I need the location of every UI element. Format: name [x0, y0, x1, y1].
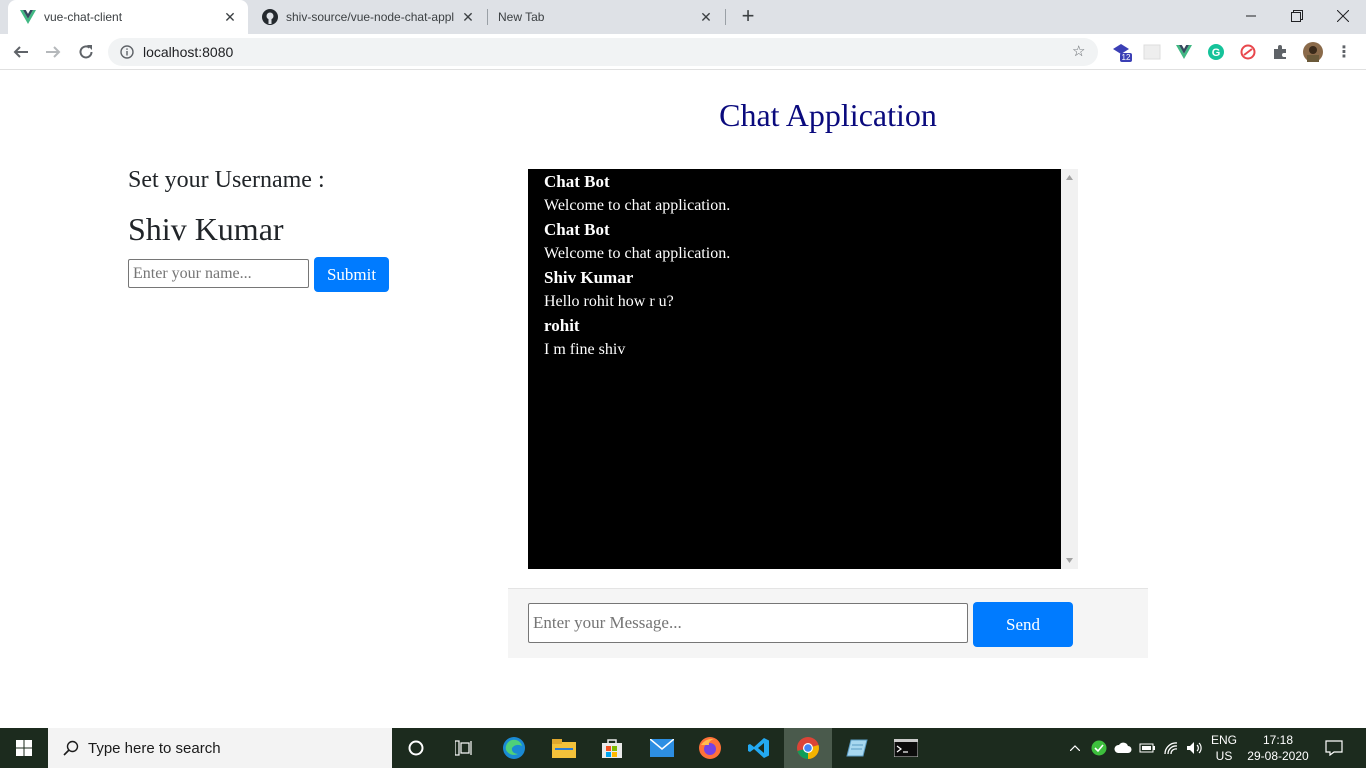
message-user: rohit	[544, 316, 580, 335]
message-user: Chat Bot	[544, 172, 610, 191]
message-user: Shiv Kumar	[544, 268, 634, 287]
message-text: Welcome to chat application.	[544, 197, 731, 214]
wifi-icon[interactable]	[1160, 728, 1182, 768]
svg-text:G: G	[1212, 47, 1221, 59]
tab-title: New Tab	[498, 10, 545, 24]
store-icon[interactable]	[588, 728, 636, 768]
back-button[interactable]	[7, 38, 35, 66]
github-icon	[262, 9, 278, 25]
volume-icon[interactable]	[1184, 728, 1206, 768]
message-composer: Send	[508, 588, 1148, 658]
tab-separator	[725, 9, 726, 25]
message-text: I m fine shiv	[544, 341, 626, 358]
profile-avatar[interactable]	[1302, 41, 1324, 63]
notifications-icon[interactable]	[1318, 728, 1350, 768]
clock-date: 29-08-2020	[1247, 749, 1309, 763]
set-username-label: Set your Username :	[128, 167, 325, 193]
puzzle-extensions-icon[interactable]	[1269, 41, 1291, 63]
onedrive-cloud-icon[interactable]	[1112, 728, 1134, 768]
message-user: Chat Bot	[544, 220, 610, 239]
terminal-icon[interactable]	[882, 728, 930, 768]
extension-red-icon[interactable]	[1237, 41, 1259, 63]
edge-icon[interactable]	[490, 728, 538, 768]
message-input[interactable]	[528, 603, 968, 643]
scroll-up-arrow-icon[interactable]	[1061, 169, 1078, 186]
chat-messages[interactable]: Chat Bot Welcome to chat application. Ch…	[528, 169, 1061, 569]
clock-time: 17:18	[1262, 733, 1294, 747]
info-icon[interactable]	[119, 44, 135, 60]
browser-toolbar: localhost:8080 ☆ 12 G ⋮	[0, 34, 1366, 70]
language-indicator[interactable]: ENG US	[1208, 732, 1240, 764]
back-arrow-icon	[13, 46, 28, 58]
show-hidden-icons-chevron-icon[interactable]	[1066, 728, 1084, 768]
firefox-icon[interactable]	[686, 728, 734, 768]
scroll-down-arrow-icon[interactable]	[1061, 552, 1078, 569]
clock[interactable]: 17:18 29-08-2020	[1244, 732, 1312, 764]
current-username: Shiv Kumar	[128, 211, 284, 247]
chrome-icon[interactable]	[784, 728, 832, 768]
send-button[interactable]: Send	[973, 602, 1073, 647]
taskbar-search[interactable]: Type here to search	[48, 728, 392, 768]
submit-button[interactable]: Submit	[314, 257, 389, 292]
extension-placeholder-icon[interactable]	[1141, 41, 1163, 63]
reload-button[interactable]	[72, 38, 100, 66]
vue-logo-icon	[20, 9, 36, 25]
forward-button[interactable]	[39, 38, 67, 66]
search-placeholder: Type here to search	[88, 739, 221, 757]
tab-vue-chat-client[interactable]: vue-chat-client ✕	[8, 0, 248, 34]
search-icon	[62, 739, 80, 757]
forward-arrow-icon	[46, 46, 61, 58]
bookmark-star-icon[interactable]: ☆	[1072, 44, 1088, 60]
vue-devtools-icon[interactable]	[1173, 41, 1195, 63]
address-bar[interactable]: localhost:8080 ☆	[108, 38, 1098, 66]
new-tab-button[interactable]: +	[736, 5, 760, 29]
tab-title: shiv-source/vue-node-chat-appli	[286, 10, 454, 24]
cortana-icon[interactable]	[392, 728, 440, 768]
message-text: Welcome to chat application.	[544, 245, 731, 262]
tab-github[interactable]: shiv-source/vue-node-chat-appli ✕	[250, 0, 486, 34]
menu-kebab-icon[interactable]: ⋮	[1333, 41, 1355, 63]
page-content: Chat Application Set your Username : Shi…	[0, 71, 1366, 728]
tab-new-tab[interactable]: New Tab ✕	[488, 0, 724, 34]
restore-button[interactable]	[1274, 0, 1320, 32]
url-text: localhost:8080	[143, 44, 234, 60]
security-check-icon[interactable]	[1089, 728, 1109, 768]
windows-start-icon[interactable]	[0, 728, 48, 768]
close-tab-icon[interactable]: ✕	[222, 9, 238, 25]
mail-icon[interactable]	[638, 728, 686, 768]
taskbar: Type here to search ENG US 17:18 29-08-2…	[0, 728, 1366, 768]
close-tab-icon[interactable]: ✕	[460, 9, 476, 25]
tab-strip: vue-chat-client ✕ shiv-source/vue-node-c…	[0, 0, 1366, 34]
extension-icon[interactable]: 12	[1111, 41, 1133, 63]
close-window-button[interactable]	[1320, 0, 1366, 32]
task-view-icon[interactable]	[440, 728, 488, 768]
message-text: Hello rohit how r u?	[544, 293, 674, 310]
battery-icon[interactable]	[1137, 728, 1157, 768]
notepad-app-icon[interactable]	[833, 728, 881, 768]
minimize-button[interactable]	[1228, 0, 1274, 32]
name-input[interactable]	[128, 259, 309, 288]
chat-scrollbar[interactable]	[1061, 169, 1078, 569]
language-code: ENG	[1210, 733, 1237, 747]
tab-title: vue-chat-client	[44, 10, 123, 24]
reload-icon	[79, 45, 93, 59]
extension-badge: 12	[1121, 53, 1131, 62]
vscode-icon[interactable]	[735, 728, 783, 768]
grammarly-icon[interactable]: G	[1205, 41, 1227, 63]
region-code: US	[1215, 749, 1233, 763]
file-explorer-icon[interactable]	[540, 728, 588, 768]
page-title: Chat Application	[719, 97, 937, 133]
close-tab-icon[interactable]: ✕	[698, 9, 714, 25]
